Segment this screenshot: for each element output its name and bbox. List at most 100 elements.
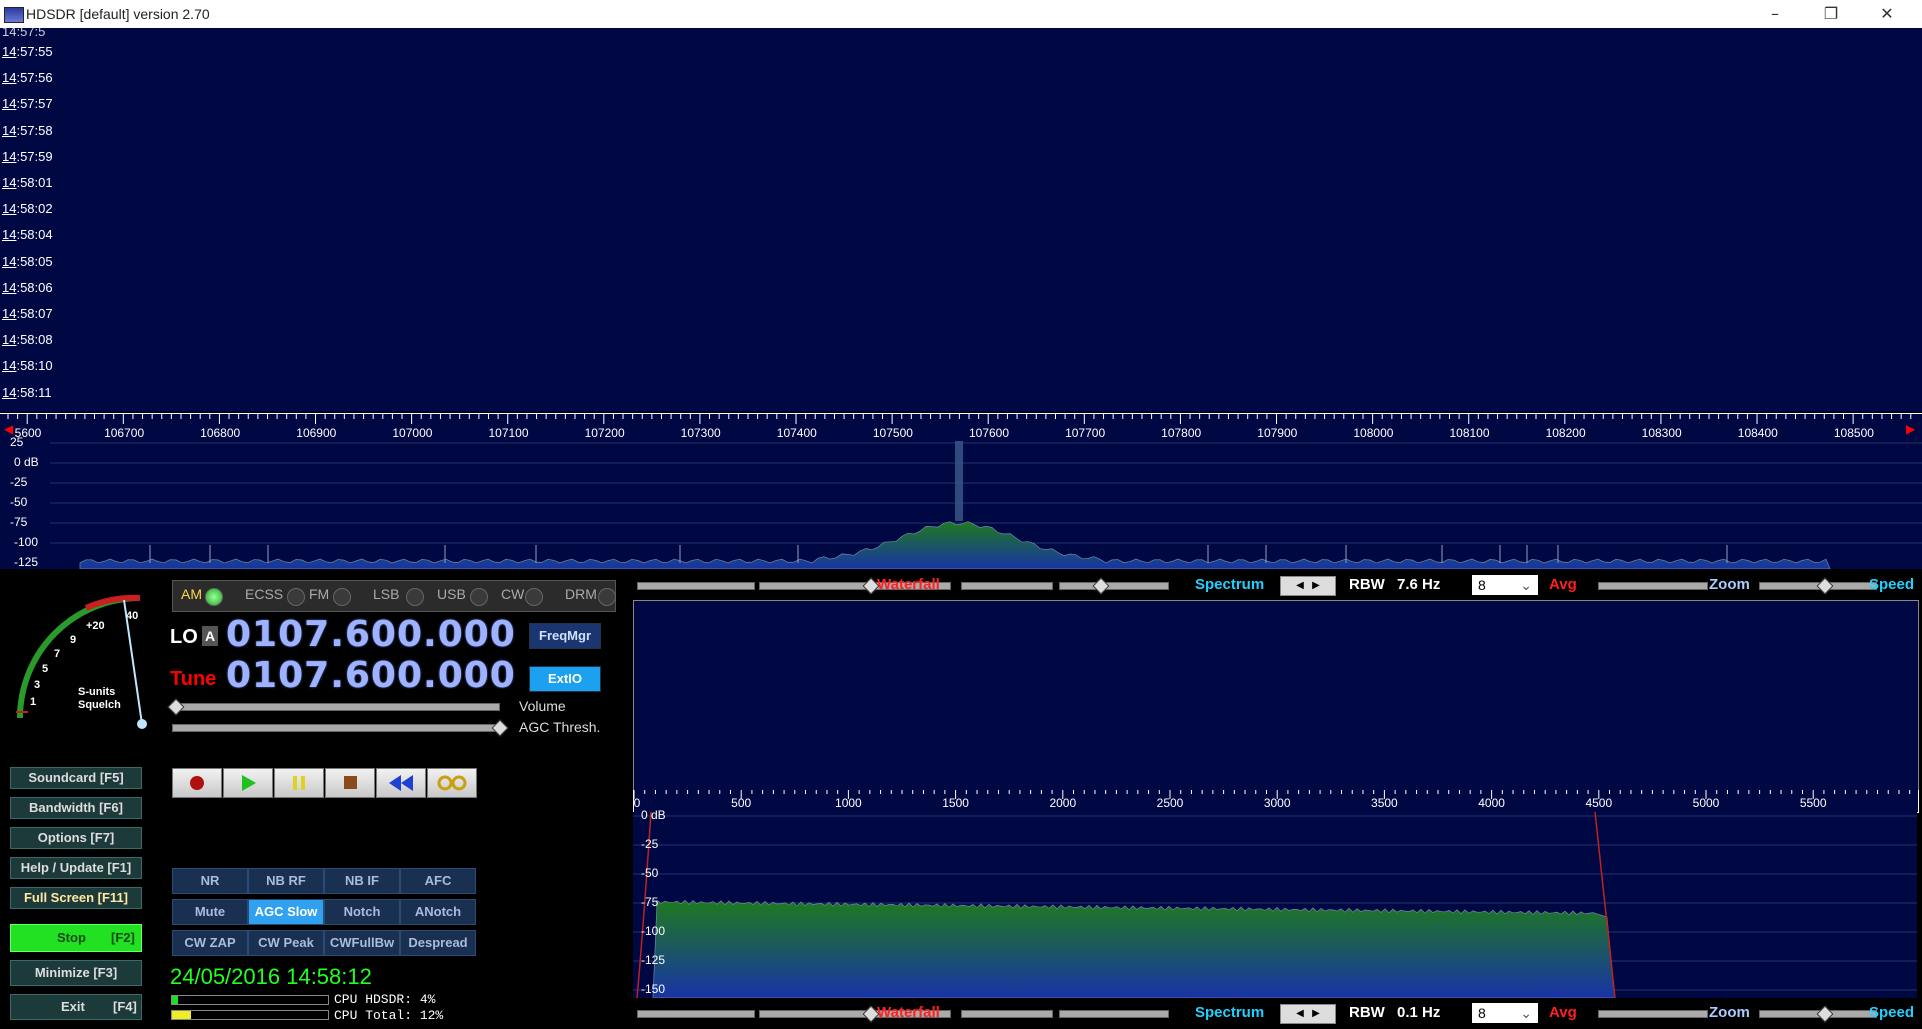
- mode-led-icon: [406, 588, 424, 606]
- minimize-button[interactable]: Minimize [F3]: [10, 960, 142, 986]
- stop-button-label: Stop: [57, 930, 86, 945]
- af-axis-label: 0: [633, 796, 641, 810]
- rf-axis-label: 108000: [1353, 426, 1394, 440]
- record-button[interactable]: [172, 768, 222, 798]
- af-db-label: -25: [641, 837, 659, 851]
- rf-spectrum-contrast-slider[interactable]: [961, 582, 1053, 590]
- stop-button[interactable]: Stop [F2]: [10, 924, 142, 952]
- stop-playback-button[interactable]: [325, 768, 375, 798]
- rf-axis-label: 107900: [1257, 426, 1298, 440]
- timestamp-hour: 14: [2, 175, 17, 190]
- mode-button-drm[interactable]: DRM: [565, 586, 597, 602]
- mode-button-usb[interactable]: USB: [437, 586, 466, 602]
- dsp-button-afc[interactable]: AFC: [400, 868, 476, 894]
- mode-button-cw[interactable]: CW: [501, 586, 524, 602]
- rf-db-label: -25: [10, 475, 28, 489]
- dsp-button-nr[interactable]: NR: [172, 868, 248, 894]
- loop-button[interactable]: [427, 768, 477, 798]
- pause-button[interactable]: [274, 768, 324, 798]
- af-spectrum[interactable]: 0 dB -25 -50 -75 -100 -125 -150: [633, 808, 1917, 998]
- rf-waterfall-contrast-slider[interactable]: [637, 582, 755, 590]
- restore-window-button[interactable]: ❐: [1808, 2, 1854, 26]
- af-spectrum-scroll-buttons[interactable]: ◀ ▶: [1280, 1004, 1336, 1024]
- agc-thresh-label: AGC Thresh.: [519, 719, 601, 735]
- rf-axis-label: 108100: [1449, 426, 1490, 440]
- exit-button-key: [F4]: [113, 999, 137, 1014]
- af-spectrum-plot: [633, 812, 1917, 998]
- dsp-button-nb-if[interactable]: NB IF: [324, 868, 400, 894]
- rf-spectrum-brightness-slider[interactable]: [1059, 582, 1169, 590]
- extio-button[interactable]: ExtIO: [529, 666, 601, 692]
- help-update-button[interactable]: Help / Update [F1]: [10, 857, 142, 879]
- mode-button-lsb[interactable]: LSB: [373, 586, 399, 602]
- rf-axis-label: 106900: [296, 426, 337, 440]
- rf-spectrum-scroll-buttons[interactable]: ◀ ▶: [1280, 576, 1336, 596]
- rf-spectrum-slider-knob[interactable]: [1092, 577, 1110, 595]
- waterfall-timestamp: 14:57:58: [2, 123, 53, 138]
- rf-speed-slider-knob[interactable]: [1816, 577, 1834, 595]
- volume-slider[interactable]: [172, 703, 500, 711]
- options-button[interactable]: Options [F7]: [10, 827, 142, 849]
- waterfall-timestamp-partial: 14:57:5: [2, 24, 46, 39]
- timestamp-hour: 14: [2, 253, 17, 269]
- rf-avg-label: Avg: [1549, 576, 1577, 593]
- af-avg-select[interactable]: 8 ⌄: [1472, 1003, 1538, 1023]
- dsp-button-mute[interactable]: Mute: [172, 899, 248, 925]
- af-axis-label: 2500: [1156, 796, 1184, 810]
- af-db-label: -50: [641, 866, 659, 880]
- lo-frequency-display[interactable]: 0107.600.000: [226, 614, 516, 655]
- s-meter-scale-9: 9: [70, 634, 77, 646]
- rf-axis-label: 107500: [872, 426, 913, 440]
- full-screen-button[interactable]: Full Screen [F11]: [10, 887, 142, 909]
- af-spectrum-contrast-slider[interactable]: [961, 1010, 1053, 1018]
- exit-button-label: Exit: [61, 999, 85, 1014]
- s-meter-scale-plus20: +20: [86, 620, 105, 632]
- mode-button-ecss[interactable]: ECSS: [245, 586, 283, 602]
- af-db-label: -125: [641, 953, 666, 967]
- af-waterfall-contrast-slider[interactable]: [637, 1010, 755, 1018]
- waterfall-timestamp: 14:58:06: [2, 280, 53, 295]
- af-waterfall[interactable]: [633, 600, 1919, 792]
- af-zoom-slider[interactable]: [1598, 1010, 1708, 1018]
- stop-button-key: [F2]: [111, 930, 135, 945]
- minimize-window-button[interactable]: –: [1752, 2, 1798, 26]
- dsp-button-agc-slow[interactable]: AGC Slow: [248, 899, 324, 925]
- close-window-button[interactable]: ✕: [1864, 2, 1910, 26]
- exit-button[interactable]: Exit [F4]: [10, 994, 142, 1020]
- rf-axis-label: 107800: [1161, 426, 1202, 440]
- agc-threshold-slider[interactable]: [172, 724, 500, 732]
- lo-badge[interactable]: A: [202, 626, 218, 646]
- freqmgr-button[interactable]: FreqMgr: [529, 623, 601, 649]
- soundcard-button[interactable]: Soundcard [F5]: [10, 767, 142, 789]
- dsp-button-cwfullbw[interactable]: CWFullBw: [324, 930, 400, 956]
- mode-led-icon: [598, 588, 616, 606]
- play-button[interactable]: [223, 768, 273, 798]
- dsp-button-nb-rf[interactable]: NB RF: [248, 868, 324, 894]
- dsp-button-cw-zap[interactable]: CW ZAP: [172, 930, 248, 956]
- tune-frequency-display[interactable]: 0107.600.000: [226, 655, 516, 696]
- mode-button-am[interactable]: AM: [181, 586, 202, 602]
- rf-db-label: 0 dB: [14, 455, 39, 469]
- dsp-button-cw-peak[interactable]: CW Peak: [248, 930, 324, 956]
- timestamp-rest: :58:11: [16, 384, 52, 400]
- rf-db-label: -125: [14, 555, 39, 569]
- s-meter[interactable]: 1 3 5 7 9 +20 40 S-units Squelch: [6, 584, 154, 734]
- dsp-button-notch[interactable]: Notch: [324, 899, 400, 925]
- af-frequency-axis[interactable]: 0 500 1000 1500 2000 2500 3000 3500 4000 4500 5000…: [633, 790, 1919, 813]
- rf-avg-select[interactable]: 8 ⌄: [1472, 575, 1538, 595]
- af-spectrum-brightness-slider[interactable]: [1059, 1010, 1169, 1018]
- bandwidth-button[interactable]: Bandwidth [F6]: [10, 797, 142, 819]
- dsp-button-anotch[interactable]: ANotch: [400, 899, 476, 925]
- af-speed-slider-knob[interactable]: [1816, 1005, 1834, 1023]
- rf-waterfall-label: Waterfall: [877, 576, 940, 593]
- rf-spectrum[interactable]: 25 0 dB -25 -50 -75 -100 -125: [0, 435, 1922, 569]
- rewind-button[interactable]: [376, 768, 426, 798]
- volume-label: Volume: [519, 698, 566, 714]
- timestamp-rest: :58:01: [16, 175, 53, 190]
- rf-frequency-axis[interactable]: ◀ ▶ 5600 106700 106800 106900 107000 107100 10…: [0, 413, 1922, 442]
- rf-db-label: -100: [14, 535, 39, 549]
- rf-waterfall[interactable]: 14:57:5 14:57:55 14:57:56 14:57:57 14:57:58…: [0, 24, 1922, 412]
- rf-zoom-slider[interactable]: [1598, 582, 1708, 590]
- dsp-button-despread[interactable]: Despread: [400, 930, 476, 956]
- mode-button-fm[interactable]: FM: [309, 586, 329, 602]
